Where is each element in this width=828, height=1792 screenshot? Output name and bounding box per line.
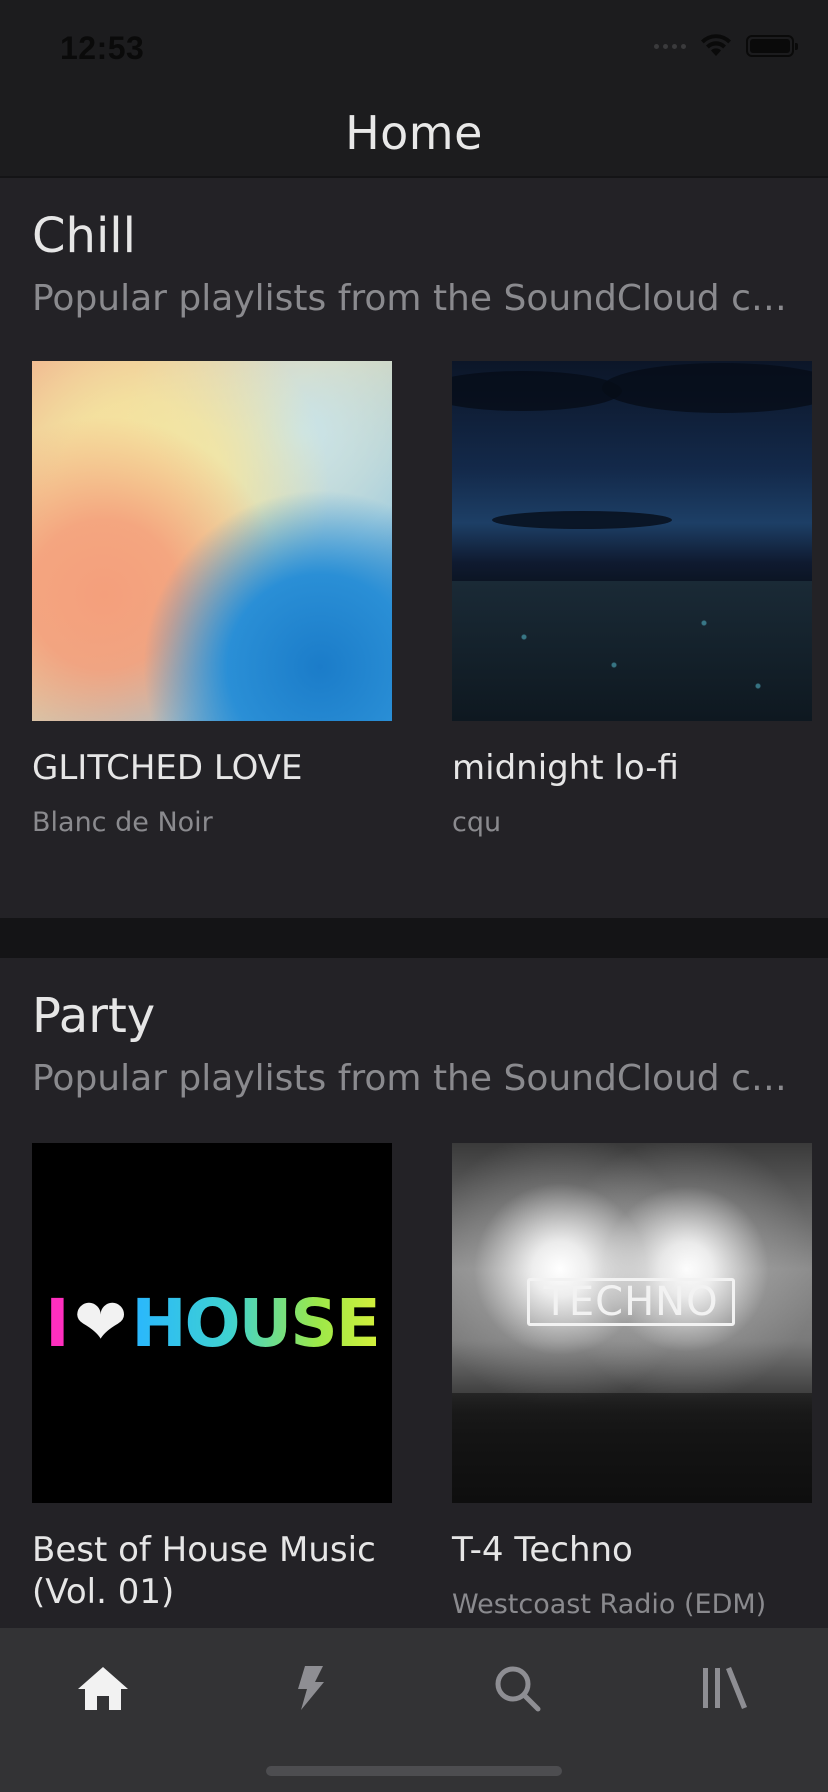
playlist-card-midnight-lofi[interactable]: midnight lo-fi cqu — [452, 361, 812, 838]
playlist-artwork[interactable]: I ❤ HOUSE — [32, 1143, 392, 1503]
tab-search[interactable] — [482, 1658, 552, 1718]
artwork-logo: I ❤ HOUSE — [45, 1284, 381, 1362]
home-indicator — [266, 1766, 562, 1776]
playlist-artwork[interactable]: TECHNO — [452, 1143, 812, 1503]
artwork-logo: TECHNO — [527, 1278, 735, 1326]
home-icon — [78, 1667, 128, 1710]
section-chill: Chill Popular playlists from the SoundCl… — [0, 178, 828, 918]
cellular-signal-icon — [654, 43, 686, 49]
playlist-title: T-4 Techno — [452, 1530, 633, 1570]
navigation-bar: Home — [0, 90, 828, 178]
heart-icon: ❤ — [73, 1286, 128, 1360]
tab-home[interactable] — [68, 1658, 138, 1718]
page-title: Home — [345, 106, 483, 160]
section-subtitle: Popular playlists from the SoundCloud co… — [32, 1058, 802, 1099]
playlist-author: cqu — [452, 807, 502, 838]
search-icon — [495, 1666, 541, 1712]
section-party: Party Popular playlists from the SoundCl… — [0, 958, 828, 1628]
playlist-title: Best of House Music (Vol. 01) — [32, 1530, 376, 1612]
playlist-card-glitched-love[interactable]: GLITCHED LOVE Blanc de Noir — [32, 361, 392, 838]
status-icons — [654, 34, 798, 58]
library-icon — [703, 1667, 747, 1709]
playlist-card-t4-techno[interactable]: TECHNO T-4 Techno Westcoast Radio (EDM) — [452, 1143, 812, 1620]
status-bar: 12:53 — [0, 0, 828, 90]
stream-icon — [298, 1666, 324, 1710]
wifi-icon — [701, 34, 731, 56]
tab-stream[interactable] — [275, 1658, 345, 1718]
playlist-author: Westcoast Radio (EDM) — [452, 1589, 767, 1620]
playlist-artwork[interactable] — [32, 361, 392, 721]
section-title: Party — [32, 988, 156, 1044]
playlist-author: Blanc de Noir — [32, 807, 213, 838]
section-subtitle: Popular playlists from the SoundCloud co… — [32, 278, 802, 319]
playlist-title: GLITCHED LOVE — [32, 748, 303, 788]
section-divider — [0, 918, 828, 958]
playlist-artwork[interactable] — [452, 361, 812, 721]
battery-icon — [746, 35, 798, 57]
playlist-card-best-of-house[interactable]: I ❤ HOUSE Best of House Music (Vol. 01) — [32, 1143, 392, 1613]
status-time: 12:53 — [60, 30, 145, 66]
tab-library[interactable] — [690, 1658, 760, 1718]
section-title: Chill — [32, 208, 136, 264]
playlist-title: midnight lo-fi — [452, 748, 679, 788]
